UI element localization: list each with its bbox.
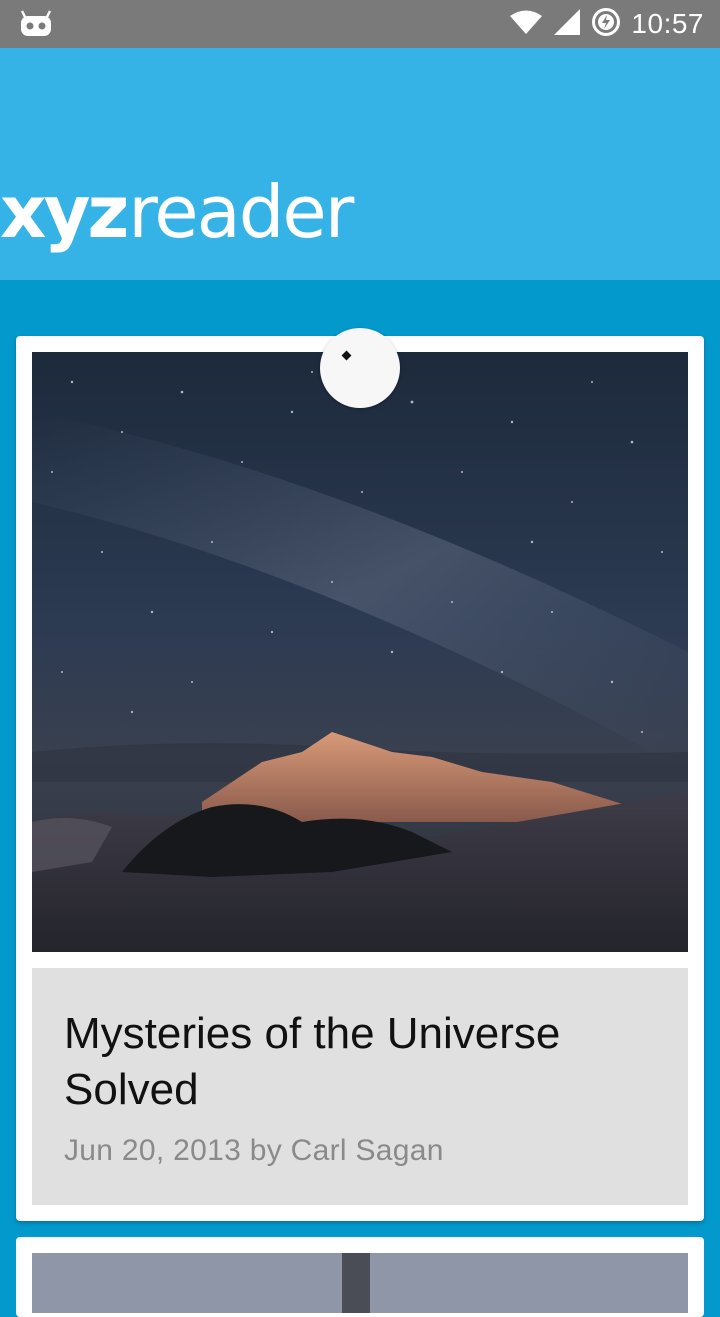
article-card[interactable]: Mysteries of the Universe Solved Jun 20,… (16, 336, 704, 1221)
cell-signal-icon (553, 8, 581, 40)
tower-image (342, 1253, 370, 1313)
article-thumbnail (32, 352, 688, 952)
article-info: Mysteries of the Universe Solved Jun 20,… (32, 968, 688, 1205)
article-meta: Jun 20, 2013 by Carl Sagan (64, 1134, 444, 1167)
article-card[interactable] (16, 1237, 704, 1317)
status-bar: 10:57 (0, 0, 720, 48)
article-thumbnail (32, 1253, 688, 1313)
logo-strong-text: xyz (0, 170, 129, 254)
cyanogen-bot-icon (20, 10, 52, 38)
app-logo: xyz reader (0, 170, 354, 266)
logo-light-text: reader (128, 170, 354, 254)
status-time: 10:57 (631, 8, 704, 39)
article-title: Mysteries of the Universe Solved (64, 1009, 561, 1114)
touch-point-icon (341, 350, 352, 361)
wifi-icon (509, 9, 543, 39)
touch-indicator (320, 328, 400, 408)
status-icons: 10:57 (509, 0, 704, 48)
battery-charging-icon (591, 7, 621, 41)
